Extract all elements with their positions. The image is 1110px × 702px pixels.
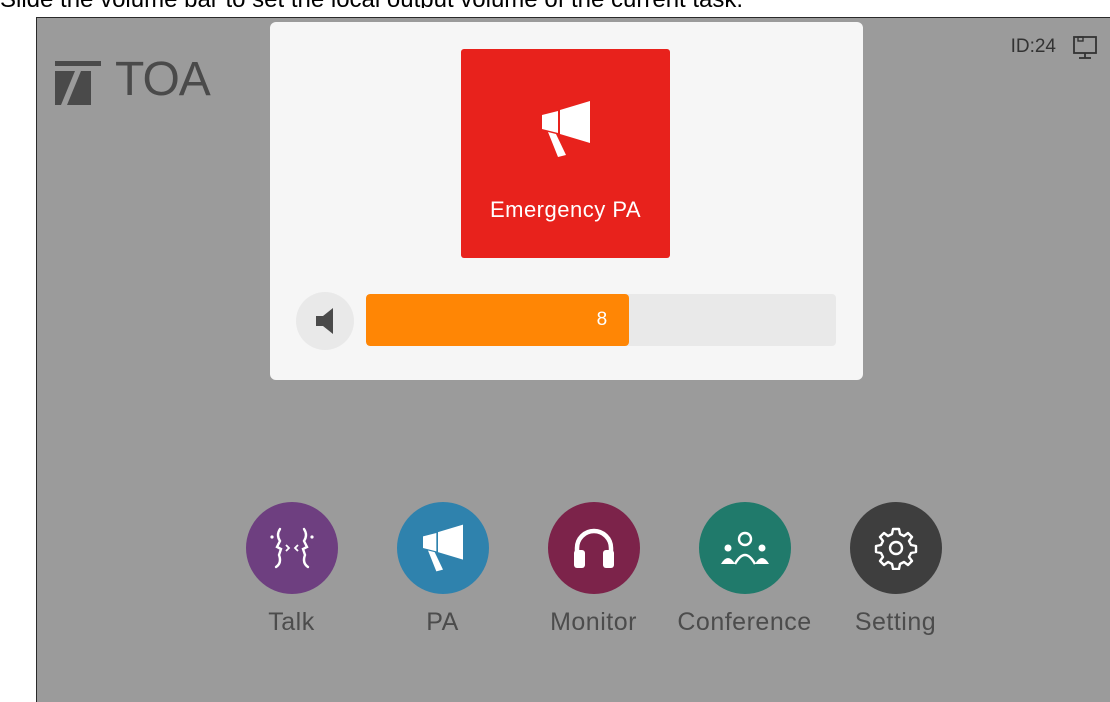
logo-text: TOA — [115, 53, 211, 106]
app-setting-icon-bg — [849, 502, 942, 594]
speaker-mute-button[interactable] — [296, 292, 354, 350]
status-bar: ID:24 — [1011, 32, 1098, 62]
device-id: ID:24 — [1010, 36, 1056, 57]
megaphone-icon — [541, 101, 590, 157]
conference-icon — [720, 531, 769, 565]
gear-icon — [874, 527, 917, 570]
talk-icon — [269, 527, 314, 569]
app-pa[interactable]: PA — [367, 502, 518, 637]
megaphone-icon — [422, 524, 463, 572]
volume-slider-fill[interactable]: 8 — [366, 294, 630, 346]
app-label: Talk — [268, 608, 315, 636]
app-label: Monitor — [550, 608, 637, 636]
instruction-caption: Slide the volume bar to set the local ou… — [0, 0, 1110, 8]
app-monitor-icon-bg — [547, 502, 640, 594]
app-talk[interactable]: Talk — [216, 502, 367, 637]
app-setting[interactable]: Setting — [820, 502, 971, 637]
speaker-icon — [316, 308, 333, 334]
volume-dialog: Emergency PA 8 — [270, 22, 863, 380]
app-monitor[interactable]: Monitor — [518, 502, 669, 637]
emergency-pa-tile[interactable]: Emergency PA — [461, 49, 670, 258]
network-monitor-icon — [1073, 36, 1097, 59]
volume-value: 8 — [596, 309, 608, 330]
app-conference[interactable]: Conference — [669, 502, 820, 637]
app-conference-icon-bg — [698, 502, 791, 594]
volume-slider[interactable]: 8 — [366, 294, 836, 346]
toa-logo-mark-icon — [55, 61, 101, 105]
app-label: PA — [426, 608, 459, 636]
app-label: Conference — [677, 608, 812, 636]
app-talk-icon-bg — [245, 502, 338, 594]
toa-logo: TOA — [55, 55, 225, 111]
device-screen: TOA ID:24 Emergency PA 8 Talk PA Monitor… — [36, 17, 1110, 702]
task-label: Emergency PA — [489, 197, 642, 222]
headphones-icon — [573, 528, 614, 568]
app-label: Setting — [854, 608, 937, 636]
app-pa-icon-bg — [396, 502, 489, 594]
app-dock: Talk PA Monitor Conference Setting — [216, 502, 971, 637]
